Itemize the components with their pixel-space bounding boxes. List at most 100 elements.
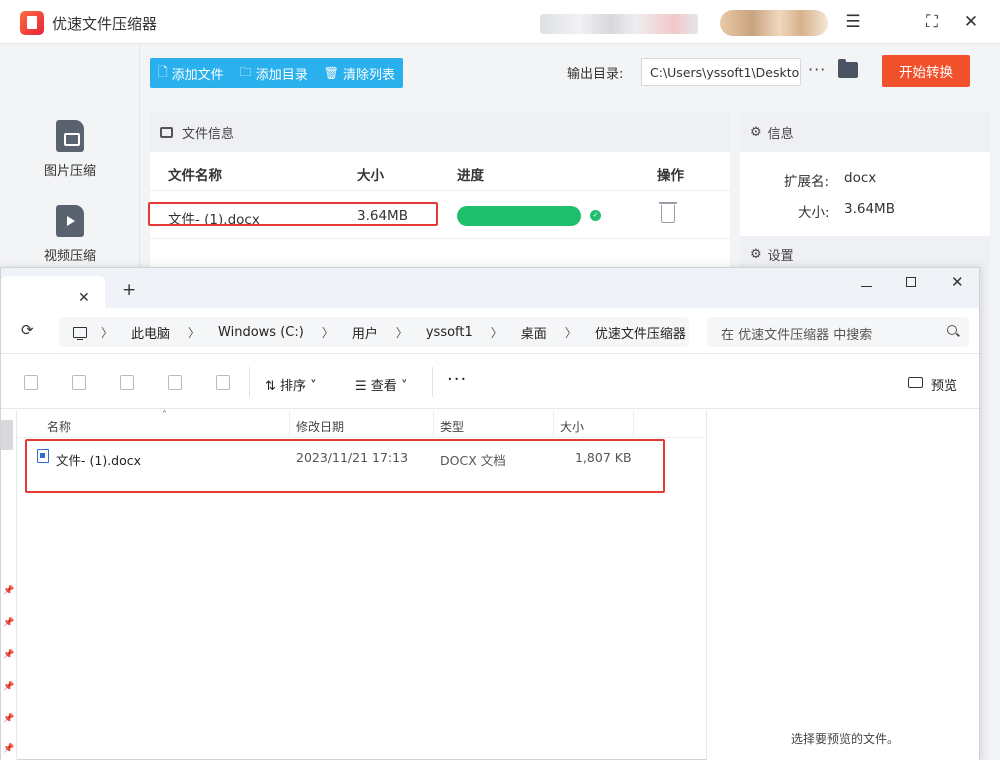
breadcrumb-item[interactable]: 此电脑 xyxy=(131,323,170,342)
app-logo-icon xyxy=(20,11,44,35)
sort-button[interactable]: ⇅ 排序 ˅ xyxy=(265,375,317,394)
explorer-tab-strip: ✕ + ✕ xyxy=(1,268,979,308)
column-header-type[interactable]: 类型 xyxy=(440,418,464,435)
breadcrumb[interactable]: 〉 此电脑 〉 Windows (C:) 〉 用户 〉 yssoft1 〉 桌面… xyxy=(59,317,689,347)
paste-icon[interactable] xyxy=(72,375,86,390)
copy-icon[interactable] xyxy=(24,375,38,390)
settings-title: 设置 xyxy=(767,248,794,264)
breadcrumb-item[interactable]: yssoft1 xyxy=(426,325,473,340)
file-info-header: 文件信息 xyxy=(150,112,730,152)
minimize-icon[interactable] xyxy=(861,286,872,287)
sidebar-item-video-compress[interactable]: 视频压缩 xyxy=(0,205,140,264)
video-file-icon xyxy=(56,205,84,237)
divider xyxy=(249,367,250,397)
column-divider[interactable] xyxy=(289,410,290,438)
delete-trash-icon[interactable] xyxy=(659,202,677,223)
output-dir-input[interactable]: C:\Users\yssoft1\Deskto xyxy=(641,58,801,86)
open-folder-icon[interactable] xyxy=(838,59,858,78)
column-header-modified[interactable]: 修改日期 xyxy=(296,418,344,435)
view-button[interactable]: ☰ 查看 ˅ xyxy=(355,375,407,394)
clear-list-button[interactable]: 🗑 清除列表 xyxy=(316,58,403,88)
chevron-right-icon[interactable]: 〉 xyxy=(565,324,577,341)
add-folder-button[interactable]: 🗀 添加目录 xyxy=(232,58,316,88)
file-icon: 🗋 xyxy=(158,64,168,79)
folder-icon: 🗀 xyxy=(239,64,252,79)
tab-close-icon[interactable]: ✕ xyxy=(78,290,90,306)
chevron-right-icon[interactable]: 〉 xyxy=(396,324,408,341)
search-input[interactable]: 在 优速文件压缩器 中搜索 xyxy=(707,317,969,347)
search-placeholder: 在 优速文件压缩器 中搜索 xyxy=(721,328,873,343)
info-size-value: 3.64MB xyxy=(844,201,895,217)
close-icon[interactable]: ✕ xyxy=(951,273,964,291)
highlight-box-app-file-row xyxy=(148,202,438,226)
column-divider[interactable] xyxy=(633,410,634,438)
rename-icon[interactable] xyxy=(120,375,134,390)
add-folder-label: 添加目录 xyxy=(255,67,308,83)
info-ext-label: 扩展名: xyxy=(784,174,830,190)
nav-scrollbar-thumb[interactable] xyxy=(1,420,13,450)
maximize-icon[interactable] xyxy=(906,277,916,287)
column-divider[interactable] xyxy=(553,410,554,438)
explorer-tab[interactable]: ✕ xyxy=(1,276,105,308)
breadcrumb-item[interactable]: Windows (C:) xyxy=(218,325,304,340)
add-file-button[interactable]: 🗋 添加文件 xyxy=(150,58,232,88)
view-label: 查看 xyxy=(370,379,397,394)
output-dir-label: 输出目录: xyxy=(567,67,624,82)
column-header-name[interactable]: 名称 xyxy=(47,418,71,435)
preview-button[interactable]: 预览 xyxy=(931,375,957,394)
breadcrumb-item[interactable]: 桌面 xyxy=(521,323,547,342)
preview-message: 选择要预览的文件。 xyxy=(791,732,900,746)
preview-pane-icon xyxy=(908,377,923,388)
chevron-right-icon[interactable]: 〉 xyxy=(491,324,503,341)
chevron-right-icon[interactable]: 〉 xyxy=(322,324,334,341)
blurred-account-info xyxy=(540,14,698,34)
app-title: 优速文件压缩器 xyxy=(52,15,158,33)
divider xyxy=(150,238,730,239)
pin-icon[interactable]: 📌 xyxy=(3,682,14,692)
file-list-header: ˄ 名称 修改日期 类型 大小 xyxy=(17,410,707,438)
chevron-right-icon[interactable]: 〉 xyxy=(188,324,200,341)
pin-icon[interactable]: 📌 xyxy=(3,586,14,596)
start-convert-button[interactable]: 开始转换 xyxy=(882,55,970,87)
pin-icon[interactable]: 📌 xyxy=(3,714,14,724)
more-options-icon[interactable]: ··· xyxy=(447,369,467,390)
browse-more-button[interactable]: ··· xyxy=(808,60,826,79)
new-tab-button[interactable]: + xyxy=(122,280,136,300)
divider xyxy=(150,190,730,191)
sidebar-item-image-compress[interactable]: 图片压缩 xyxy=(0,120,140,179)
clear-list-label: 清除列表 xyxy=(342,67,395,83)
sort-label: 排序 xyxy=(280,379,307,394)
refresh-icon[interactable]: ⟳ xyxy=(21,321,34,339)
breadcrumb-item[interactable]: 用户 xyxy=(352,323,378,342)
share-icon[interactable] xyxy=(168,375,182,390)
sort-caret-icon: ˄ xyxy=(162,410,167,421)
maximize-icon[interactable]: ⛶ xyxy=(922,12,942,32)
delete-icon[interactable] xyxy=(216,375,230,390)
menu-icon[interactable]: ☰ xyxy=(843,12,863,32)
trash-icon: 🗑 xyxy=(323,66,339,80)
column-header-name: 文件名称 xyxy=(168,168,222,184)
pin-icon[interactable]: 📌 xyxy=(3,618,14,628)
info-ext-value: docx xyxy=(844,170,877,186)
gear-icon: ⚙ xyxy=(750,124,762,140)
chevron-right-icon[interactable]: 〉 xyxy=(101,324,113,341)
column-divider[interactable] xyxy=(433,410,434,438)
column-header-progress: 进度 xyxy=(457,168,484,184)
highlight-box-explorer-file-row xyxy=(25,439,665,493)
gear-icon: ⚙ xyxy=(750,246,762,262)
column-header-size: 大小 xyxy=(357,168,384,184)
search-icon xyxy=(947,325,957,335)
address-bar-row: ⟳ 〉 此电脑 〉 Windows (C:) 〉 用户 〉 yssoft1 〉 … xyxy=(1,308,979,354)
check-circle-icon: ✓ xyxy=(590,210,601,221)
pin-icon[interactable]: 📌 xyxy=(3,744,14,754)
pin-icon[interactable]: 📌 xyxy=(3,650,14,660)
divider xyxy=(432,367,433,397)
image-file-icon xyxy=(56,120,84,152)
blurred-user-avatar[interactable] xyxy=(720,10,828,36)
breadcrumb-item[interactable]: 优速文件压缩器 xyxy=(595,323,686,342)
close-icon[interactable]: ✕ xyxy=(961,12,981,32)
sidebar-item-label: 图片压缩 xyxy=(43,164,96,179)
file-row-progress-bar xyxy=(457,206,581,226)
column-header-size[interactable]: 大小 xyxy=(560,418,584,435)
sidebar-item-label: 视频压缩 xyxy=(43,249,96,264)
